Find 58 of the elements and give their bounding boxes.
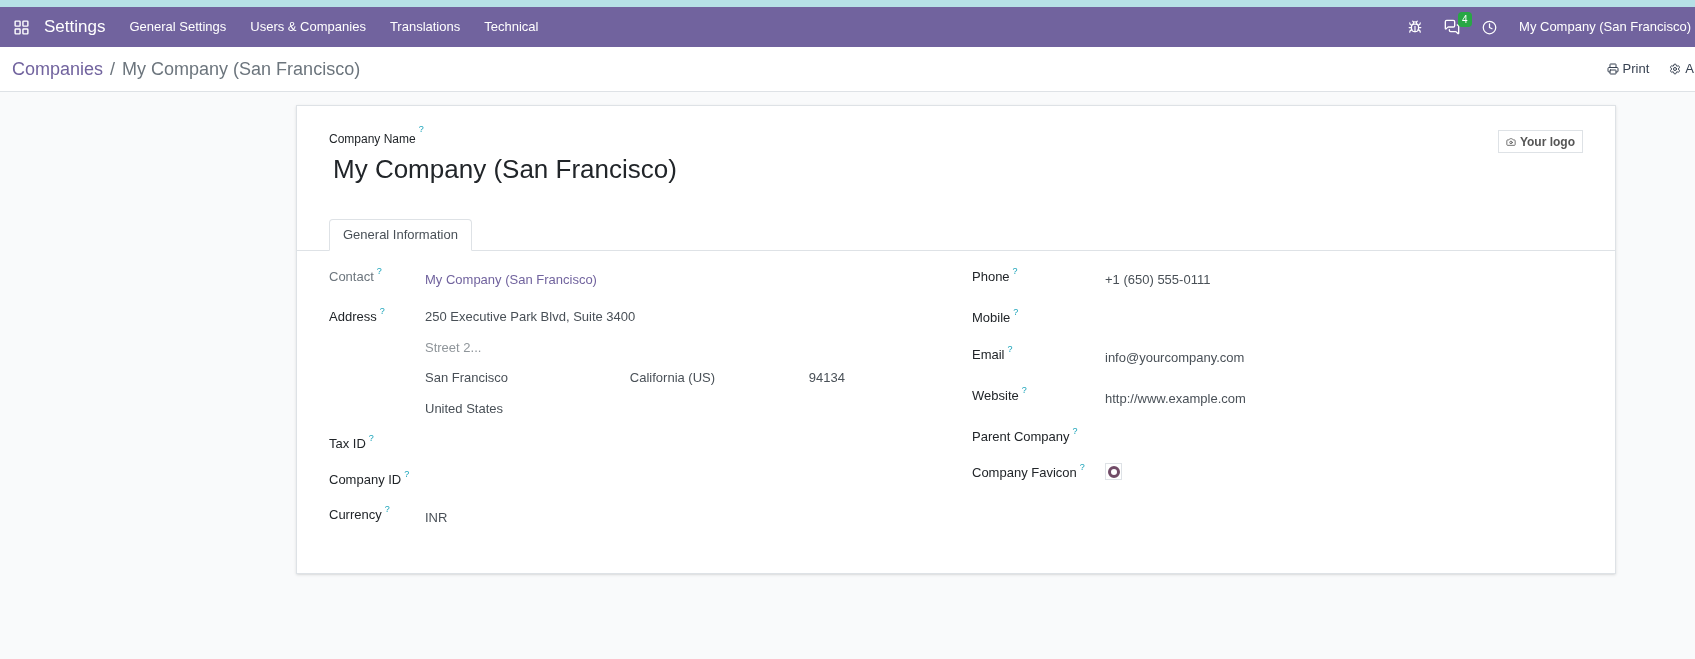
nav-menu-item[interactable]: Translations: [389, 17, 461, 37]
apps-menu-icon[interactable]: [13, 18, 30, 36]
logo-upload-button[interactable]: Your logo: [1497, 130, 1583, 153]
form-tab[interactable]: General Information: [329, 219, 472, 251]
street2-field[interactable]: Street 2...: [425, 337, 845, 357]
help-mark[interactable]: ?: [384, 505, 390, 515]
field-label: Address: [329, 308, 377, 326]
help-mark[interactable]: ?: [1013, 308, 1019, 318]
field-label: Contact: [329, 268, 374, 286]
help-mark[interactable]: ?: [1072, 426, 1078, 436]
field-label: Phone: [972, 268, 1010, 286]
printer-icon: [1606, 63, 1619, 75]
app-title[interactable]: Settings: [44, 14, 106, 40]
breadcrumb-current: My Company (San Francisco): [122, 57, 361, 81]
nav-menu-item[interactable]: General Settings: [129, 17, 227, 37]
state-field[interactable]: California (US): [629, 368, 809, 388]
help-mark[interactable]: ?: [1012, 267, 1018, 277]
company-name-field[interactable]: My Company (San Francisco): [333, 150, 677, 189]
help-mark[interactable]: ?: [1079, 463, 1085, 473]
action-button[interactable]: A: [1669, 59, 1694, 79]
help-mark[interactable]: ?: [379, 307, 385, 317]
help-mark[interactable]: ?: [1007, 344, 1013, 354]
field-label: Company Favicon: [972, 464, 1077, 482]
message-count-badge: 4: [1458, 12, 1472, 27]
nav-menu-item[interactable]: Technical: [484, 17, 539, 37]
country-field[interactable]: United States: [425, 398, 845, 418]
field-value[interactable]: INR: [425, 510, 448, 525]
chat-icon[interactable]: [1444, 19, 1461, 35]
favicon-image[interactable]: [1105, 463, 1122, 480]
field-label: Parent Company: [972, 427, 1070, 446]
help-mark[interactable]: ?: [376, 267, 382, 277]
field-label: Website: [972, 386, 1019, 405]
field-label: Company ID: [329, 470, 402, 489]
field-label: Tax ID: [329, 435, 366, 453]
contact-link[interactable]: My Company (San Francisco): [425, 272, 597, 287]
field-label: Email: [972, 345, 1005, 364]
help-mark[interactable]: ?: [368, 434, 374, 444]
field-label: Currency: [329, 506, 382, 524]
nav-menu-item[interactable]: Users & Companies: [250, 17, 366, 37]
field-value[interactable]: http://www.example.com: [1105, 390, 1246, 406]
help-mark[interactable]: ?: [1021, 385, 1027, 395]
help-mark[interactable]: ?: [404, 469, 410, 479]
city-field[interactable]: San Francisco: [425, 368, 630, 388]
clock-icon[interactable]: [1482, 19, 1498, 35]
gear-icon: [1669, 63, 1682, 75]
field-value[interactable]: +1 (650) 555-0111: [1105, 272, 1211, 287]
field-value[interactable]: info@yourcompany.com: [1105, 349, 1245, 365]
action-button[interactable]: Print: [1606, 59, 1650, 79]
camera-icon: [1505, 136, 1516, 147]
breadcrumb-link[interactable]: Companies: [12, 55, 104, 83]
company-switcher[interactable]: My Company (San Francisco): [1519, 17, 1691, 37]
help-mark[interactable]: ?: [418, 125, 424, 134]
bug-icon[interactable]: [1408, 20, 1423, 34]
field-label: Mobile: [972, 309, 1011, 327]
breadcrumb-separator: /: [110, 57, 116, 81]
zip-field[interactable]: 94134: [808, 368, 845, 388]
field-label: Company Name: [329, 131, 416, 148]
street-field[interactable]: 250 Executive Park Blvd, Suite 3400: [425, 307, 845, 327]
